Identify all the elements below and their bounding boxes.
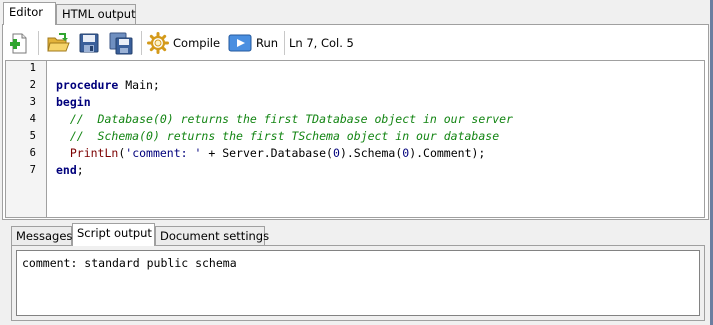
line-number: 5 [29,130,36,142]
line-number: 3 [29,96,36,108]
line-number-gutter: 1 2 3 4 5 6 7 [6,61,47,217]
compile-button[interactable]: Compile [147,29,223,57]
code-token: 0 [333,146,340,160]
script-output-box[interactable]: comment: standard public schema [16,250,700,316]
save-floppy-icon [79,33,99,53]
code-token: // Database(0) returns the first TDataba… [69,112,513,126]
code-token: end [56,163,77,177]
save-all-icon [109,32,133,55]
code-token: Main; [118,78,160,92]
tab-document-settings[interactable]: Document settings [155,226,269,246]
gear-icon [147,32,169,54]
code-token: ).Comment); [409,146,486,160]
new-script-button[interactable] [8,29,34,57]
code-line: // Database(0) returns the first TDataba… [56,111,513,128]
output-panel: comment: standard public schema [11,245,705,321]
code-line: PrintLn('comment: ' + Server.Database(0)… [56,145,486,162]
toolbar-separator [38,31,40,55]
run-label: Run [256,36,279,50]
code-token: // Schema(0) returns the first TSchema o… [69,129,500,143]
code-line: // Schema(0) returns the first TSchema o… [56,128,499,145]
code-token: ).Schema( [339,146,403,160]
top-tab-strip: Editor HTML output [0,0,713,25]
line-number: 4 [29,113,36,125]
tab-script-output[interactable]: Script output [72,223,155,246]
code-line: end; [56,162,84,179]
toolbar-separator [284,31,286,55]
script-output-text: comment: standard public schema [22,256,237,270]
tab-editor[interactable]: Editor [3,2,56,25]
line-number: 7 [29,164,36,176]
tab-messages[interactable]: Messages [11,226,72,246]
bottom-tab-strip: Messages Script output Document settings [0,223,713,246]
toolbar-separator [141,31,143,55]
code-editor[interactable]: 1 2 3 4 5 6 7 procedure Main; begin // D… [5,60,705,218]
line-number: 2 [29,79,36,91]
script-editor-window: Editor HTML output Compile Run Ln 7, Col… [0,0,713,325]
line-number: 6 [29,147,36,159]
save-all-button[interactable] [108,29,136,57]
code-token: + Server.Database( [201,146,333,160]
new-document-icon [10,33,27,54]
open-folder-icon [47,33,70,52]
save-button[interactable] [78,29,102,57]
code-token: PrintLn [69,146,119,160]
code-token: 'comment: ' [125,146,202,160]
tab-html-output[interactable]: HTML output [56,4,136,24]
code-token: ; [76,163,84,177]
code-token: procedure [56,78,119,92]
code-token: begin [56,95,91,109]
line-number: 1 [29,62,36,74]
run-button[interactable]: Run [228,29,282,57]
code-line: procedure Main; [56,77,160,94]
compile-label: Compile [173,36,221,50]
open-button[interactable] [46,29,72,57]
play-icon [228,34,252,52]
toolbar: Compile Run Ln 7, Col. 5 [4,26,704,60]
code-line: begin [56,94,91,111]
cursor-position: Ln 7, Col. 5 [289,36,354,50]
